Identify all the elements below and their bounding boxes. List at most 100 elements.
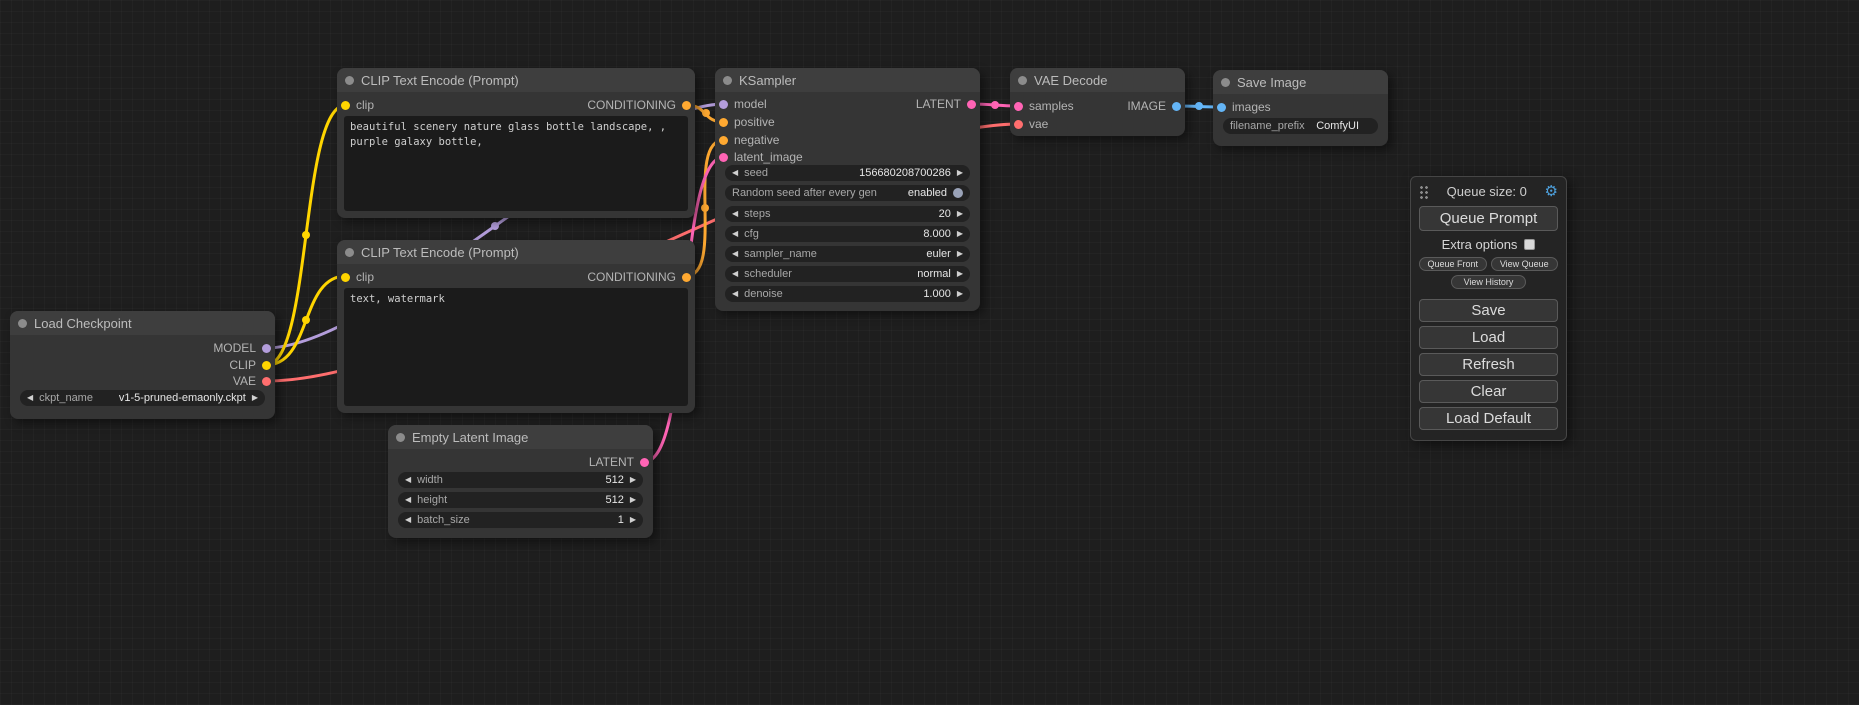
right-arrow-icon[interactable]: ▶ — [957, 165, 963, 181]
node-clip-text-encode-positive[interactable]: CLIP Text Encode (Prompt) clip CONDITION… — [337, 68, 695, 218]
collapse-dot-icon[interactable] — [345, 76, 354, 85]
queue-panel-header[interactable]: Queue size: 0 ⚙ — [1419, 184, 1558, 199]
node-title-bar[interactable]: CLIP Text Encode (Prompt) — [337, 240, 695, 264]
port-latent-output[interactable]: LATENT — [589, 454, 649, 470]
drag-handle-icon[interactable] — [1419, 185, 1429, 199]
port-clip-input[interactable]: clip — [341, 97, 374, 113]
left-arrow-icon[interactable]: ◀ — [27, 390, 33, 406]
seed-widget[interactable]: ◀ seed 156680208700286 ▶ — [725, 165, 970, 181]
settings-gear-icon[interactable]: ⚙ — [1545, 184, 1558, 199]
link-midpoint-dot[interactable] — [1195, 102, 1203, 110]
node-save-image[interactable]: Save Image images filename_prefix ComfyU… — [1213, 70, 1388, 146]
link-midpoint-dot[interactable] — [491, 222, 499, 230]
conditioning-port-dot[interactable] — [719, 136, 728, 145]
port-latent-image-input[interactable]: latent_image — [719, 149, 803, 165]
model-port-dot[interactable] — [262, 344, 271, 353]
right-arrow-icon[interactable]: ▶ — [252, 390, 258, 406]
denoise-widget[interactable]: ◀ denoise 1.000 ▶ — [725, 286, 970, 302]
cfg-widget[interactable]: ◀ cfg 8.000 ▶ — [725, 226, 970, 242]
right-arrow-icon[interactable]: ▶ — [957, 246, 963, 262]
conditioning-port-dot[interactable] — [719, 118, 728, 127]
steps-widget[interactable]: ◀ steps 20 ▶ — [725, 206, 970, 222]
toggle-icon[interactable] — [953, 188, 963, 198]
queue-front-button[interactable]: Queue Front — [1419, 257, 1487, 271]
port-image-output[interactable]: IMAGE — [1127, 98, 1181, 114]
queue-prompt-button[interactable]: Queue Prompt — [1419, 206, 1558, 231]
clear-button[interactable]: Clear — [1419, 380, 1558, 403]
collapse-dot-icon[interactable] — [18, 319, 27, 328]
port-clip-input[interactable]: clip — [341, 269, 374, 285]
image-port-dot[interactable] — [1217, 103, 1226, 112]
port-positive-input[interactable]: positive — [719, 114, 775, 130]
link-midpoint-dot[interactable] — [302, 316, 310, 324]
port-images-input[interactable]: images — [1217, 99, 1271, 115]
width-widget[interactable]: ◀ width 512 ▶ — [398, 472, 643, 488]
load-default-button[interactable]: Load Default — [1419, 407, 1558, 430]
latent-port-dot[interactable] — [1014, 102, 1023, 111]
model-port-dot[interactable] — [719, 100, 728, 109]
latent-port-dot[interactable] — [719, 153, 728, 162]
right-arrow-icon[interactable]: ▶ — [957, 206, 963, 222]
left-arrow-icon[interactable]: ◀ — [732, 226, 738, 242]
save-button[interactable]: Save — [1419, 299, 1558, 322]
load-button[interactable]: Load — [1419, 326, 1558, 349]
node-clip-text-encode-negative[interactable]: CLIP Text Encode (Prompt) clip CONDITION… — [337, 240, 695, 413]
node-empty-latent-image[interactable]: Empty Latent Image LATENT ◀ width 512 ▶ … — [388, 425, 653, 538]
queue-panel[interactable]: Queue size: 0 ⚙ Queue Prompt Extra optio… — [1410, 176, 1567, 441]
left-arrow-icon[interactable]: ◀ — [405, 492, 411, 508]
node-title-bar[interactable]: CLIP Text Encode (Prompt) — [337, 68, 695, 92]
left-arrow-icon[interactable]: ◀ — [732, 206, 738, 222]
left-arrow-icon[interactable]: ◀ — [732, 266, 738, 282]
port-model-output[interactable]: MODEL — [213, 340, 271, 356]
link-midpoint-dot[interactable] — [991, 101, 999, 109]
port-latent-output[interactable]: LATENT — [916, 96, 976, 112]
port-vae-input[interactable]: vae — [1014, 116, 1048, 132]
left-arrow-icon[interactable]: ◀ — [732, 286, 738, 302]
vae-port-dot[interactable] — [1014, 120, 1023, 129]
port-conditioning-output[interactable]: CONDITIONING — [587, 269, 691, 285]
left-arrow-icon[interactable]: ◀ — [732, 246, 738, 262]
node-load-checkpoint[interactable]: Load Checkpoint MODEL CLIP VAE ◀ ckpt_na… — [10, 311, 275, 419]
conditioning-port-dot[interactable] — [682, 101, 691, 110]
batch-size-widget[interactable]: ◀ batch_size 1 ▶ — [398, 512, 643, 528]
port-negative-input[interactable]: negative — [719, 132, 779, 148]
clip-port-dot[interactable] — [341, 273, 350, 282]
port-conditioning-output[interactable]: CONDITIONING — [587, 97, 691, 113]
right-arrow-icon[interactable]: ▶ — [630, 472, 636, 488]
view-queue-button[interactable]: View Queue — [1491, 257, 1559, 271]
node-title-bar[interactable]: VAE Decode — [1010, 68, 1185, 92]
node-title-bar[interactable]: KSampler — [715, 68, 980, 92]
right-arrow-icon[interactable]: ▶ — [957, 266, 963, 282]
collapse-dot-icon[interactable] — [345, 248, 354, 257]
right-arrow-icon[interactable]: ▶ — [630, 512, 636, 528]
collapse-dot-icon[interactable] — [723, 76, 732, 85]
collapse-dot-icon[interactable] — [396, 433, 405, 442]
refresh-button[interactable]: Refresh — [1419, 353, 1558, 376]
right-arrow-icon[interactable]: ▶ — [957, 286, 963, 302]
link-midpoint-dot[interactable] — [302, 231, 310, 239]
port-clip-output[interactable]: CLIP — [229, 357, 271, 373]
conditioning-port-dot[interactable] — [682, 273, 691, 282]
extra-options-row[interactable]: Extra options — [1419, 237, 1558, 252]
latent-port-dot[interactable] — [640, 458, 649, 467]
prompt-textarea[interactable]: beautiful scenery nature glass bottle la… — [344, 116, 688, 211]
node-title-bar[interactable]: Save Image — [1213, 70, 1388, 94]
ckpt-name-widget[interactable]: ◀ ckpt_name v1-5-pruned-emaonly.ckpt ▶ — [20, 390, 265, 406]
left-arrow-icon[interactable]: ◀ — [405, 512, 411, 528]
view-history-button[interactable]: View History — [1451, 275, 1527, 289]
left-arrow-icon[interactable]: ◀ — [405, 472, 411, 488]
prompt-textarea[interactable]: text, watermark — [344, 288, 688, 406]
latent-port-dot[interactable] — [967, 100, 976, 109]
node-title-bar[interactable]: Load Checkpoint — [10, 311, 275, 335]
height-widget[interactable]: ◀ height 512 ▶ — [398, 492, 643, 508]
random-seed-widget[interactable]: Random seed after every gen enabled — [725, 185, 970, 201]
vae-port-dot[interactable] — [262, 377, 271, 386]
clip-port-dot[interactable] — [341, 101, 350, 110]
collapse-dot-icon[interactable] — [1221, 78, 1230, 87]
clip-port-dot[interactable] — [262, 361, 271, 370]
node-ksampler[interactable]: KSampler model LATENT positive negative … — [715, 68, 980, 311]
port-model-input[interactable]: model — [719, 96, 767, 112]
filename-prefix-widget[interactable]: filename_prefix ComfyUI — [1223, 118, 1378, 134]
right-arrow-icon[interactable]: ▶ — [630, 492, 636, 508]
sampler-name-widget[interactable]: ◀ sampler_name euler ▶ — [725, 246, 970, 262]
